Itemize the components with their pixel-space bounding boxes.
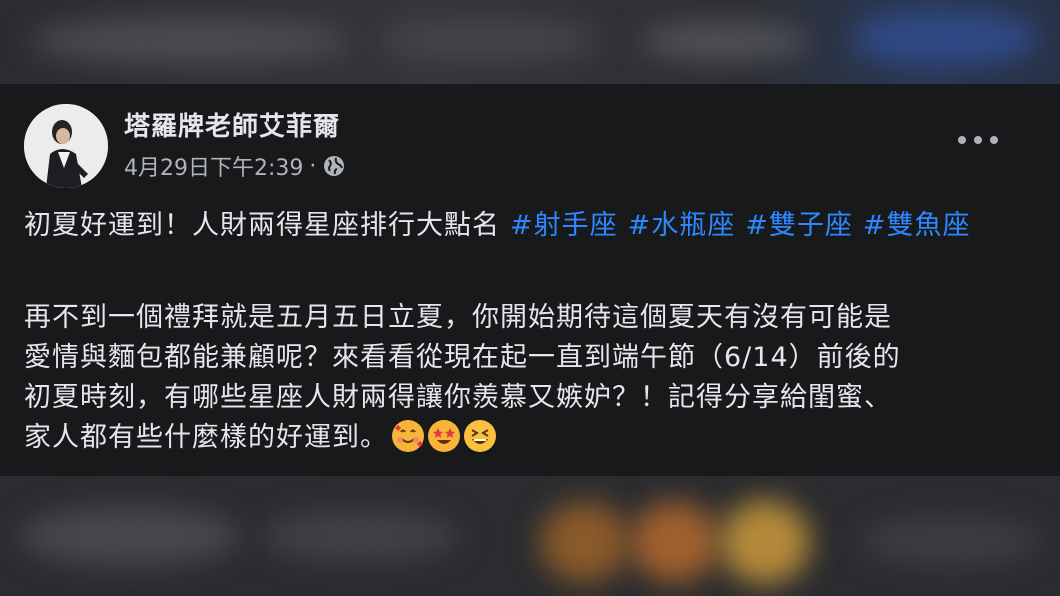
more-options-button[interactable] bbox=[958, 128, 998, 152]
author-name[interactable]: 塔羅牌老師艾菲爾 bbox=[124, 106, 340, 143]
body-line: 愛情與麵包都能兼顧呢？來看看從現在起一直到端午節（6/14）前後的 bbox=[24, 342, 901, 373]
body-line-last: 家人都有些什麼樣的好運到。 bbox=[24, 418, 1024, 458]
more-options-icon bbox=[958, 136, 966, 144]
body-line: 再不到一個禮拜就是五月五日立夏，你開始期待這個夏天有沒有可能是 bbox=[24, 302, 892, 333]
post-meta: 4月29日下午2:39 · bbox=[124, 150, 346, 182]
post-timestamp[interactable]: 4月29日下午2:39 bbox=[124, 150, 303, 182]
hashtag-link[interactable]: #雙魚座 bbox=[863, 210, 971, 241]
hashtag-link[interactable]: #水瓶座 bbox=[628, 210, 736, 241]
headline-text: 初夏好運到！人財兩得星座排行大點名 bbox=[24, 210, 500, 241]
person-photo-icon bbox=[24, 104, 108, 188]
smiling-face-with-hearts-emoji-icon bbox=[392, 420, 424, 452]
blurred-top-region bbox=[0, 0, 1060, 84]
grinning-squinting-face-emoji-icon bbox=[464, 420, 496, 452]
hashtag-link[interactable]: #雙子座 bbox=[745, 210, 853, 241]
blurred-bottom-region bbox=[0, 476, 1060, 596]
meta-separator: · bbox=[309, 153, 317, 179]
star-struck-emoji-icon bbox=[428, 420, 460, 452]
body-line: 初夏時刻，有哪些星座人財兩得讓你羨慕又嫉妒？！記得分享給閨蜜、 bbox=[24, 382, 892, 413]
globe-icon[interactable] bbox=[322, 154, 346, 178]
post-body: 再不到一個禮拜就是五月五日立夏，你開始期待這個夏天有沒有可能是 愛情與麵包都能兼… bbox=[24, 298, 1024, 458]
body-line: 家人都有些什麼樣的好運到。 bbox=[24, 422, 388, 453]
hashtag-link[interactable]: #射手座 bbox=[510, 210, 618, 241]
post-headline: 初夏好運到！人財兩得星座排行大點名 #射手座 #水瓶座 #雙子座 #雙魚座 bbox=[24, 206, 1024, 246]
avatar[interactable] bbox=[24, 104, 108, 188]
facebook-post: 塔羅牌老師艾菲爾 4月29日下午2:39 · 初夏好運到！人財兩得星座排行大點名… bbox=[0, 84, 1060, 476]
